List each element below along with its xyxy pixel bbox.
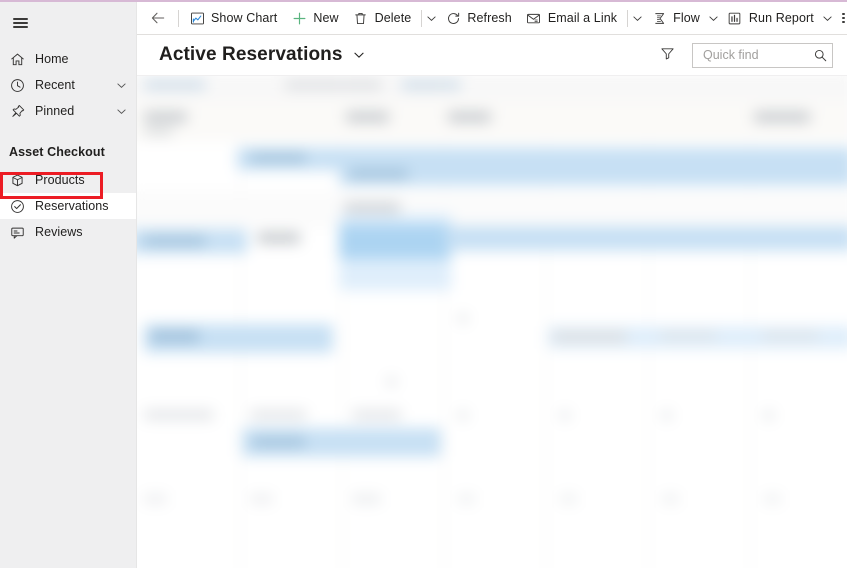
check-circle-icon bbox=[9, 198, 26, 215]
flow-button[interactable]: Flow bbox=[644, 5, 707, 32]
filter-icon bbox=[660, 46, 675, 64]
sidebar-item-label: Pinned bbox=[35, 104, 75, 118]
search-icon[interactable] bbox=[812, 47, 828, 63]
chevron-down-icon[interactable] bbox=[115, 79, 128, 92]
command-label: Email a Link bbox=[547, 11, 618, 25]
plus-icon bbox=[291, 10, 307, 26]
new-button[interactable]: New bbox=[284, 5, 345, 32]
command-label: Delete bbox=[374, 11, 412, 25]
command-label: Show Chart bbox=[211, 11, 278, 25]
command-label: Run Report bbox=[748, 11, 814, 25]
grid-header-row bbox=[137, 76, 847, 102]
page-title: Active Reservations bbox=[159, 44, 343, 65]
chevron-down-icon[interactable] bbox=[352, 48, 366, 62]
comment-icon bbox=[9, 224, 26, 241]
email-chevron-down-icon[interactable] bbox=[631, 5, 644, 32]
sidebar: Home Recent Pinned Asset Checkout Produc… bbox=[0, 2, 136, 568]
chevron-down-icon[interactable] bbox=[115, 105, 128, 118]
chart-icon bbox=[189, 10, 205, 26]
search-input[interactable] bbox=[701, 47, 812, 63]
sidebar-item-reviews[interactable]: Reviews bbox=[0, 219, 136, 245]
flow-icon bbox=[651, 10, 667, 26]
clock-icon bbox=[9, 77, 26, 94]
pin-icon bbox=[9, 103, 26, 120]
trash-icon bbox=[353, 10, 369, 26]
sidebar-item-products[interactable]: Products bbox=[0, 167, 136, 193]
sidebar-item-reservations[interactable]: Reservations bbox=[0, 193, 136, 219]
sidebar-item-home[interactable]: Home bbox=[0, 46, 136, 72]
sidebar-item-label: Reservations bbox=[35, 199, 109, 213]
records-grid[interactable] bbox=[137, 76, 847, 568]
app-body: Home Recent Pinned Asset Checkout Produc… bbox=[0, 2, 847, 568]
hamburger-bar bbox=[13, 25, 28, 28]
command-label: New bbox=[313, 11, 339, 25]
run-report-chevron-down-icon[interactable] bbox=[821, 5, 834, 32]
ellipsis-icon bbox=[842, 11, 845, 25]
show-chart-button[interactable]: Show Chart bbox=[182, 5, 284, 32]
home-icon bbox=[9, 51, 26, 68]
delete-button[interactable]: Delete bbox=[346, 5, 419, 32]
refresh-button[interactable]: Refresh bbox=[438, 5, 518, 32]
hamburger-bar bbox=[13, 18, 28, 21]
flow-chevron-down-icon[interactable] bbox=[707, 5, 720, 32]
sidebar-group-title: Asset Checkout bbox=[9, 144, 105, 159]
email-link-icon bbox=[526, 10, 542, 26]
sidebar-item-pinned[interactable]: Pinned bbox=[0, 98, 136, 124]
grid-blurred-content bbox=[137, 76, 847, 568]
email-a-link-button[interactable]: Email a Link bbox=[519, 5, 624, 32]
run-report-button[interactable]: Run Report bbox=[720, 5, 821, 32]
filter-button[interactable] bbox=[653, 42, 681, 68]
cube-icon bbox=[9, 172, 26, 189]
delete-chevron-down-icon[interactable] bbox=[425, 5, 438, 32]
view-header: Active Reservations bbox=[137, 35, 847, 76]
view-header-actions bbox=[653, 42, 833, 68]
refresh-icon bbox=[445, 10, 461, 26]
sidebar-item-label: Recent bbox=[35, 78, 75, 92]
hamburger-bar bbox=[13, 22, 28, 24]
quick-find-box[interactable] bbox=[692, 42, 833, 68]
command-bar: Show Chart New Delete Refresh Email a Li… bbox=[137, 2, 847, 35]
back-button[interactable] bbox=[143, 5, 175, 32]
more-commands-button[interactable] bbox=[840, 5, 847, 32]
view-selector[interactable]: Active Reservations bbox=[159, 44, 366, 66]
command-label: Flow bbox=[673, 11, 700, 25]
toolbar-divider bbox=[421, 9, 423, 27]
sidebar-item-label: Home bbox=[35, 52, 69, 66]
arrow-left-icon bbox=[150, 10, 166, 26]
sidebar-item-recent[interactable]: Recent bbox=[0, 72, 136, 98]
menu-button[interactable] bbox=[0, 6, 136, 40]
command-label: Refresh bbox=[467, 11, 512, 25]
toolbar-divider bbox=[178, 9, 179, 27]
toolbar-divider bbox=[627, 9, 629, 27]
sidebar-item-label: Reviews bbox=[35, 225, 83, 239]
app-window: Home Recent Pinned Asset Checkout Produc… bbox=[0, 0, 847, 568]
report-icon bbox=[727, 10, 743, 26]
main-content: Show Chart New Delete Refresh Email a Li… bbox=[136, 2, 847, 568]
sidebar-item-label: Products bbox=[35, 173, 85, 187]
